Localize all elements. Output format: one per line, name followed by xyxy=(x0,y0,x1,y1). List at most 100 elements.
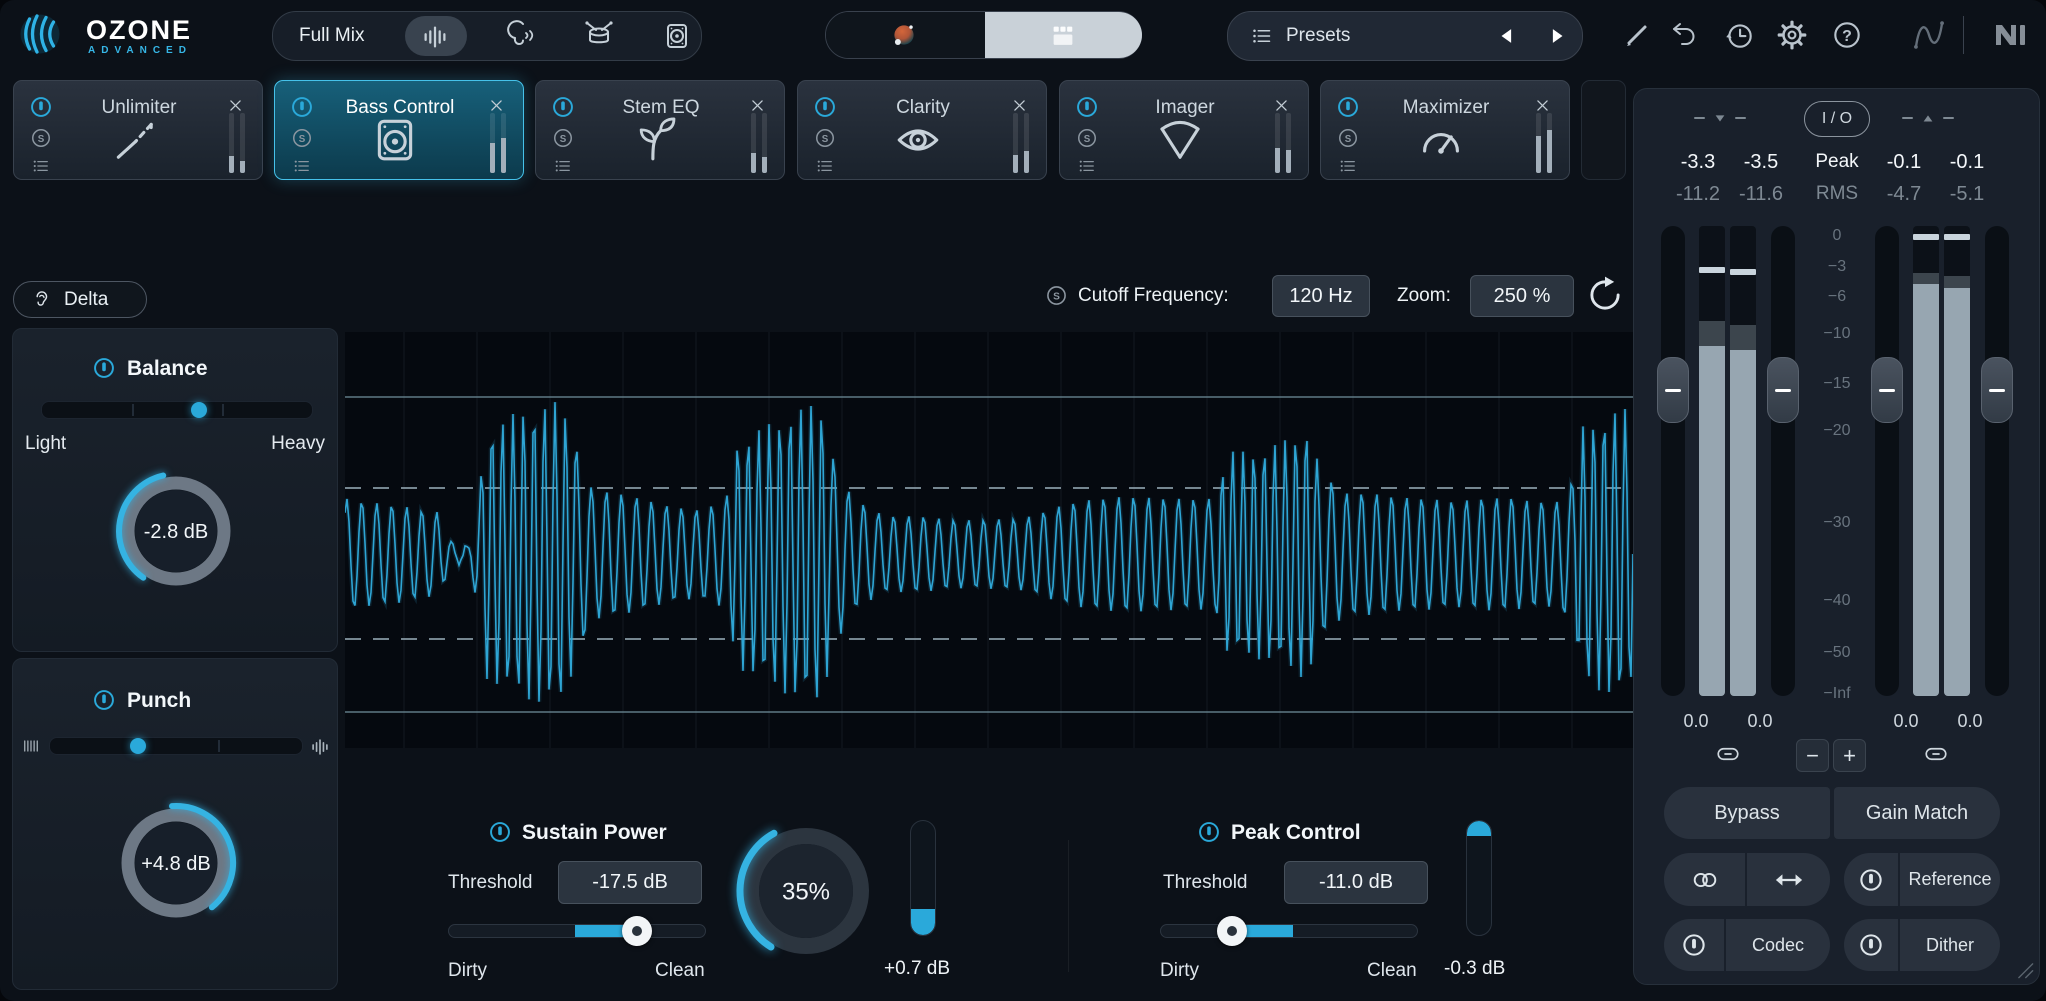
dither-button[interactable]: Dither xyxy=(1900,919,2000,971)
resize-handle-icon[interactable] xyxy=(2012,957,2034,979)
module-power-icon[interactable] xyxy=(812,94,838,120)
dither-power-button[interactable] xyxy=(1844,919,1898,971)
balance-knob[interactable]: -2.8 dB xyxy=(91,446,261,616)
speaker-icon[interactable] xyxy=(661,20,693,52)
input-gain-fader-r-handle[interactable] xyxy=(1767,357,1799,423)
gain-match-button[interactable]: Gain Match xyxy=(1834,787,2000,839)
list-icon[interactable] xyxy=(813,156,837,176)
pencil-icon[interactable] xyxy=(1621,19,1653,51)
solo-icon[interactable]: S xyxy=(1075,126,1099,150)
unlimiter-icon xyxy=(106,115,162,165)
peak-tone-handle[interactable] xyxy=(1217,916,1247,946)
balance-power-icon[interactable] xyxy=(91,355,117,381)
module-power-icon[interactable] xyxy=(1074,94,1100,120)
sustain-power-icon[interactable] xyxy=(487,819,513,845)
module-power-icon[interactable] xyxy=(289,94,315,120)
delta-button[interactable]: Delta xyxy=(13,281,147,318)
output-gain-l-value[interactable]: 0.0 xyxy=(1876,711,1936,732)
balance-slider[interactable] xyxy=(41,401,313,419)
punch-power-icon[interactable] xyxy=(91,687,117,713)
meter-collapse-right[interactable] xyxy=(1902,111,1954,125)
preset-next-icon[interactable] xyxy=(1546,25,1568,47)
zoom-field[interactable]: 250 % xyxy=(1470,275,1574,317)
tab-maximizer[interactable]: MaximizerS xyxy=(1320,80,1570,180)
io-title-badge[interactable]: I / O xyxy=(1804,101,1870,137)
reference-button[interactable]: Reference xyxy=(1900,853,2000,906)
meter-collapse-left[interactable] xyxy=(1694,111,1746,125)
solo-icon[interactable]: S xyxy=(290,126,314,150)
tab-stem-eq[interactable]: Stem EQS xyxy=(535,80,785,180)
solo-icon[interactable]: S xyxy=(1336,126,1360,150)
preset-prev-icon[interactable] xyxy=(1496,25,1518,47)
solo-icon[interactable]: S xyxy=(1044,283,1069,308)
tab-unlimiter[interactable]: UnlimiterS xyxy=(13,80,263,180)
waveform-icon[interactable] xyxy=(420,22,450,52)
bypass-button[interactable]: Bypass xyxy=(1664,787,1830,839)
list-icon[interactable] xyxy=(551,156,575,176)
sustain-tone-handle[interactable] xyxy=(622,916,652,946)
codec-power-button[interactable] xyxy=(1664,919,1724,971)
input-gain-fader-l-track[interactable] xyxy=(1661,226,1685,696)
sustain-threshold-field[interactable]: -17.5 dB xyxy=(558,861,702,904)
stereo-mono-button[interactable] xyxy=(1664,853,1745,906)
module-power-icon[interactable] xyxy=(1335,94,1361,120)
drums-icon[interactable] xyxy=(583,20,615,52)
peak-row-label[interactable]: Peak xyxy=(1805,151,1869,173)
cutoff-frequency-field[interactable]: 120 Hz xyxy=(1272,275,1370,317)
tab-clarity[interactable]: ClarityS xyxy=(797,80,1047,180)
history-icon[interactable] xyxy=(1722,18,1756,52)
input-gain-fader-r-track[interactable] xyxy=(1771,226,1795,696)
list-icon[interactable] xyxy=(1075,156,1099,176)
reference-power-button[interactable] xyxy=(1844,853,1898,906)
output-gain-fader-l-handle[interactable] xyxy=(1871,357,1903,423)
undo-icon[interactable] xyxy=(1668,19,1700,51)
balance-slider-handle[interactable] xyxy=(191,402,207,418)
peak-power-icon[interactable] xyxy=(1196,819,1222,845)
input-link-icon[interactable] xyxy=(1710,742,1746,766)
output-gain-fader-r-track[interactable] xyxy=(1985,226,2009,696)
solo-icon[interactable]: S xyxy=(551,126,575,150)
punch-slider[interactable] xyxy=(49,737,303,755)
list-icon[interactable] xyxy=(290,156,314,176)
output-link-icon[interactable] xyxy=(1918,742,1954,766)
sustain-amount-knob[interactable]: 35% xyxy=(716,801,896,981)
presets-button[interactable]: Presets xyxy=(1286,25,1350,47)
output-gain-fader-r-handle[interactable] xyxy=(1981,357,2013,423)
gear-icon[interactable] xyxy=(1775,18,1809,52)
mix-selector-label[interactable]: Full Mix xyxy=(299,25,364,47)
tab-imager[interactable]: ImagerS xyxy=(1059,80,1309,180)
clarity-icon xyxy=(890,115,946,165)
gain-increment-button[interactable]: + xyxy=(1833,739,1866,772)
input-gain-r-value[interactable]: 0.0 xyxy=(1730,711,1790,732)
tab-meter xyxy=(1275,113,1280,173)
solo-icon[interactable]: S xyxy=(813,126,837,150)
codec-button[interactable]: Codec xyxy=(1726,919,1830,971)
advanced-view-button[interactable] xyxy=(985,12,1142,58)
sustain-tone-slider[interactable] xyxy=(448,924,706,938)
waveform-display[interactable] xyxy=(345,332,1633,748)
input-gain-fader-l-handle[interactable] xyxy=(1657,357,1689,423)
list-icon xyxy=(1250,24,1274,48)
peak-threshold-field[interactable]: -11.0 dB xyxy=(1284,861,1428,904)
input-gain-l-value[interactable]: 0.0 xyxy=(1666,711,1726,732)
list-icon[interactable] xyxy=(1336,156,1360,176)
help-icon[interactable]: ? xyxy=(1830,18,1864,52)
rms-row-label[interactable]: RMS xyxy=(1805,183,1869,205)
output-gain-fader-l-track[interactable] xyxy=(1875,226,1899,696)
gain-decrement-button[interactable]: − xyxy=(1796,739,1829,772)
tab-bass-control[interactable]: Bass ControlS xyxy=(274,80,524,180)
ear-icon xyxy=(30,288,53,311)
punch-knob[interactable]: +4.8 dB xyxy=(91,778,261,948)
loop-reset-icon[interactable] xyxy=(1584,274,1626,316)
vocal-icon[interactable] xyxy=(504,20,536,52)
module-power-icon[interactable] xyxy=(550,94,576,120)
swap-channels-button[interactable] xyxy=(1747,853,1830,906)
list-icon[interactable] xyxy=(29,156,53,176)
peak-tone-slider[interactable] xyxy=(1160,924,1418,938)
output-gain-r-value[interactable]: 0.0 xyxy=(1940,711,2000,732)
solo-icon[interactable]: S xyxy=(29,126,53,150)
punch-slider-handle[interactable] xyxy=(130,738,146,754)
empty-module-slot[interactable] xyxy=(1581,80,1626,180)
module-power-icon[interactable] xyxy=(28,94,54,120)
simple-view-button[interactable] xyxy=(826,12,985,58)
